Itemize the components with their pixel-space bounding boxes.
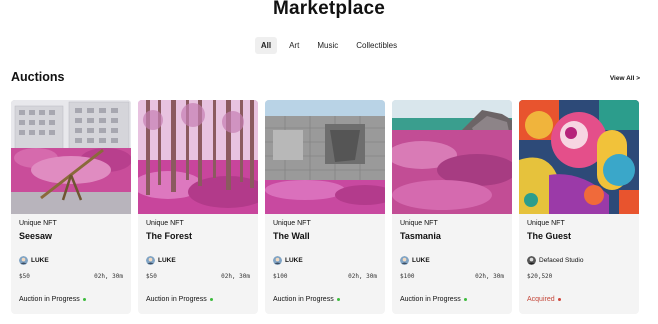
card-time-left: 02h, 30m [348, 273, 377, 280]
status-dot-icon [336, 297, 341, 302]
tab-all[interactable]: All [254, 37, 278, 54]
status-dot-icon [209, 297, 214, 302]
owner-name: LUKE [158, 257, 176, 264]
tab-music[interactable]: Music [311, 37, 344, 54]
card-price: $50 [146, 273, 157, 280]
owner-name: Defaced Studio [539, 257, 584, 264]
card-owner[interactable]: LUKE [19, 256, 49, 265]
status-dot-icon [463, 297, 468, 302]
status-label: Auction in Progress [19, 296, 80, 303]
status-dot-icon [82, 297, 87, 302]
tab-collectibles[interactable]: Collectibles [350, 37, 403, 54]
card-price: $100 [400, 273, 415, 280]
status-label: Auction in Progress [273, 296, 334, 303]
avatar-icon [527, 256, 536, 265]
avatar-icon [146, 256, 155, 265]
card-status: Auction in Progress [19, 296, 87, 303]
tasmania-photo [392, 100, 512, 214]
card-status: Auction in Progress [146, 296, 214, 303]
category-tabs: All Art Music Collectibles [0, 37, 658, 54]
avatar-icon [273, 256, 282, 265]
card-kind: Unique NFT [146, 220, 184, 227]
card-title: The Wall [273, 231, 310, 241]
tab-art[interactable]: Art [283, 37, 305, 54]
avatar-icon [400, 256, 409, 265]
card-title: Tasmania [400, 231, 441, 241]
status-dot-icon [557, 297, 562, 302]
status-label: Acquired [527, 296, 555, 303]
card-owner[interactable]: Defaced Studio [527, 256, 583, 265]
card-price: $20,520 [527, 273, 553, 280]
card-kind: Unique NFT [19, 220, 57, 227]
card-status: Auction in Progress [400, 296, 468, 303]
page-title: Marketplace [272, 0, 386, 19]
auction-cards: Unique NFT Seesaw LUKE $50 02h, 30m Auct… [11, 100, 639, 314]
card-time-left: 02h, 30m [221, 273, 250, 280]
owner-name: LUKE [285, 257, 303, 264]
view-all-link[interactable]: View All > [610, 75, 640, 82]
card-price: $50 [19, 273, 30, 280]
card-time-left: 02h, 30m [475, 273, 504, 280]
card-title: The Guest [527, 231, 572, 241]
card-owner[interactable]: LUKE [273, 256, 303, 265]
card-status: Acquired [527, 296, 562, 303]
card-kind: Unique NFT [400, 220, 438, 227]
status-label: Auction in Progress [400, 296, 461, 303]
card-price: $100 [273, 273, 288, 280]
card-status: Auction in Progress [273, 296, 341, 303]
card-kind: Unique NFT [273, 220, 311, 227]
owner-name: LUKE [412, 257, 430, 264]
avatar-icon [19, 256, 28, 265]
wall-photo [265, 100, 385, 214]
seesaw-photo [11, 100, 131, 214]
forest-photo [138, 100, 258, 214]
status-label: Auction in Progress [146, 296, 207, 303]
guest-artwork [519, 100, 639, 214]
nft-card-seesaw[interactable]: Unique NFT Seesaw LUKE $50 02h, 30m Auct… [11, 100, 131, 314]
nft-card-the-wall[interactable]: Unique NFT The Wall LUKE $100 02h, 30m A… [265, 100, 385, 314]
nft-card-tasmania[interactable]: Unique NFT Tasmania LUKE $100 02h, 30m A… [392, 100, 512, 314]
card-time-left: 02h, 30m [94, 273, 123, 280]
owner-name: LUKE [31, 257, 49, 264]
auctions-heading: Auctions [11, 70, 65, 84]
card-title: The Forest [146, 231, 193, 241]
card-kind: Unique NFT [527, 220, 565, 227]
card-owner[interactable]: LUKE [400, 256, 430, 265]
nft-card-the-guest[interactable]: Unique NFT The Guest Defaced Studio $20,… [519, 100, 639, 314]
card-title: Seesaw [19, 231, 53, 241]
nft-card-the-forest[interactable]: Unique NFT The Forest LUKE $50 02h, 30m … [138, 100, 258, 314]
card-owner[interactable]: LUKE [146, 256, 176, 265]
